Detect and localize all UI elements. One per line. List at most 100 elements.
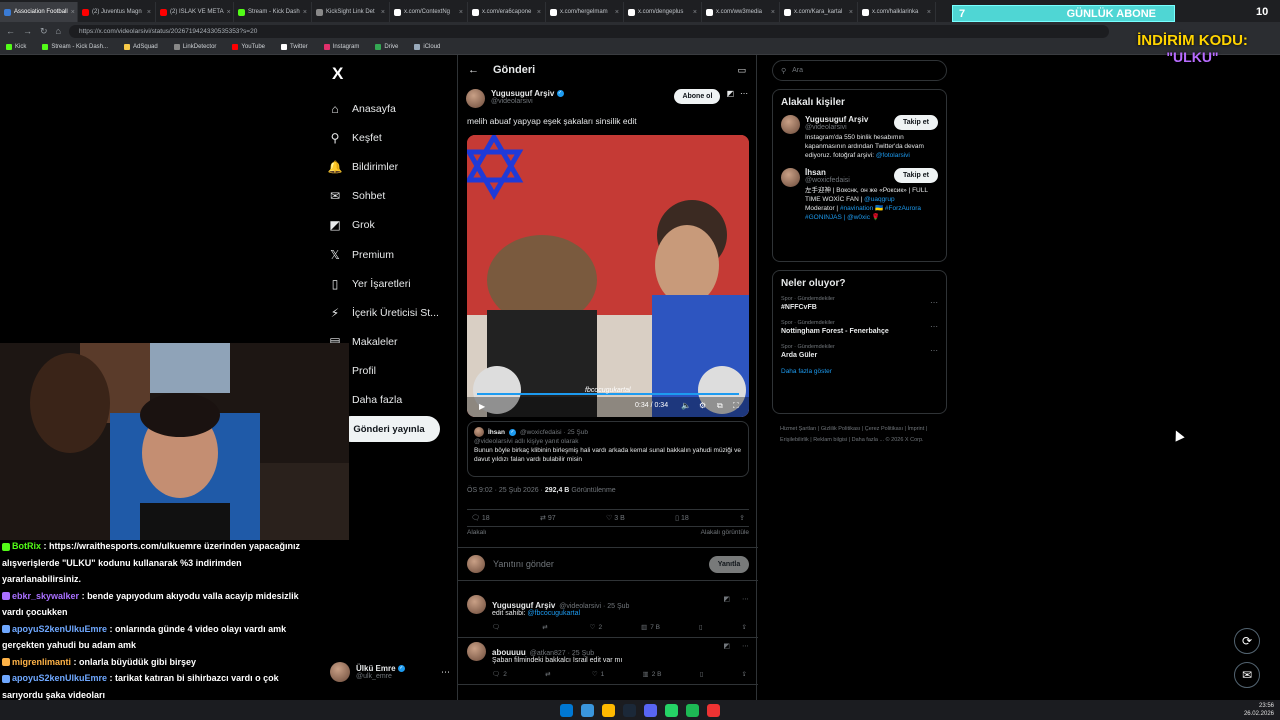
related-views-link[interactable]: Alakalı görüntüle xyxy=(701,529,749,536)
account-switcher[interactable]: Ülkü Emre ✓ @ulk_emre ⋯ xyxy=(330,660,450,684)
trend-item[interactable]: Spor · Gündemdekiler Nottingham Forest - … xyxy=(781,320,938,335)
close-tab-icon[interactable]: × xyxy=(615,9,619,16)
like-action[interactable]: ♡ 3 B xyxy=(606,514,625,522)
folder-icon[interactable] xyxy=(602,703,615,717)
reply-action[interactable]: 🗨 2 xyxy=(492,670,507,678)
author-handle[interactable]: @videolarsivi xyxy=(491,98,564,105)
reply-author-name[interactable]: abouuuu xyxy=(492,648,526,657)
close-tab-icon[interactable]: × xyxy=(537,9,541,16)
views-action[interactable]: ▥ 2 B xyxy=(643,670,662,678)
whatsapp-icon[interactable] xyxy=(665,703,678,717)
browser-tab[interactable]: x.com/era6capone × xyxy=(468,2,546,22)
related-dropdown[interactable]: Alakalı xyxy=(467,529,487,536)
fullscreen-icon[interactable]: ⛶ xyxy=(733,401,739,411)
share-icon[interactable]: ⇪ xyxy=(742,623,747,631)
browser-tab[interactable]: x.com/ContextNg × xyxy=(390,2,468,22)
reply-avatar[interactable] xyxy=(467,642,486,661)
home-icon[interactable]: ⌂ xyxy=(56,26,61,36)
reply-action[interactable]: 🗨 18 xyxy=(471,514,490,522)
browser-tab[interactable]: Association Football × xyxy=(0,2,78,22)
chat-username[interactable]: BotRix xyxy=(12,541,41,551)
nav-item-i-erik-reticisi-st-[interactable]: ⚡ İçerik Üreticisi St... xyxy=(328,298,456,327)
bookmark-item[interactable]: LinkDetector xyxy=(173,44,216,50)
follow-button[interactable]: Takip et xyxy=(894,115,938,130)
more-icon[interactable]: ⋯ xyxy=(930,322,938,331)
heart-action[interactable]: ♡ 1 xyxy=(592,670,604,678)
reply-action[interactable]: 🗨 xyxy=(492,623,503,631)
related-person[interactable]: Yugusuguf Arşiv @videolarsivi Takip et Inst… xyxy=(781,115,938,160)
browser-tab[interactable]: x.com/ww3media × xyxy=(702,2,780,22)
chat-username[interactable]: apoyuS2kenUlkuEmre xyxy=(12,624,107,634)
nav-item-premium[interactable]: 𝕏 Premium xyxy=(328,240,456,269)
close-tab-icon[interactable]: × xyxy=(927,9,931,16)
reader-icon[interactable]: ▭ xyxy=(737,65,746,76)
person-name[interactable]: İhsan xyxy=(805,168,850,177)
pip-icon[interactable]: ⧉ xyxy=(717,401,723,411)
heart-action[interactable]: ♡ 2 xyxy=(590,623,602,631)
more-icon[interactable]: ⋯ xyxy=(742,642,749,650)
reply-post[interactable]: Yugusuguf Arşiv @videolarsivi · 25 Şub ◩ ⋯ e… xyxy=(458,589,758,638)
forward-icon[interactable]: → xyxy=(23,26,32,36)
settings-icon[interactable]: ⚙ xyxy=(699,401,706,410)
volume-icon[interactable]: 🔈 xyxy=(681,401,691,410)
trend-item[interactable]: Spor · Gündemdekiler #NFFCvFB ⋯ xyxy=(781,296,938,311)
more-icon[interactable]: ⋯ xyxy=(441,667,450,678)
close-tab-icon[interactable]: × xyxy=(227,9,231,16)
nav-item-sohbet[interactable]: ✉ Sohbet xyxy=(328,182,456,211)
close-tab-icon[interactable]: × xyxy=(771,9,775,16)
more-icon[interactable]: ⋯ xyxy=(742,595,749,603)
browser-tab[interactable]: x.com/hergelmam × xyxy=(546,2,624,22)
spotify-icon[interactable] xyxy=(686,703,699,717)
share-icon[interactable]: ⇪ xyxy=(742,670,747,678)
bookmark-item[interactable]: AdSquad xyxy=(124,44,158,50)
browser-tab[interactable]: KickSight Link Det × xyxy=(312,2,390,22)
bio-link[interactable]: @uaqgrup xyxy=(864,196,894,203)
system-clock[interactable]: 23:56 26.02.2026 xyxy=(1244,702,1274,718)
footer-links[interactable]: Hizmet Şartları | Gizlilik Politikası | … xyxy=(780,424,950,446)
follow-button[interactable]: Takip et xyxy=(894,168,938,183)
bio-link[interactable]: @fotolarsivi xyxy=(876,152,910,159)
edge-icon[interactable] xyxy=(581,703,594,717)
chat-username[interactable]: apoyuS2kenUlkuEmre xyxy=(12,673,107,683)
nav-item-ke-fet[interactable]: ⚲ Keşfet xyxy=(328,123,456,152)
reply-mention-link[interactable]: @fbcocugukartal xyxy=(527,610,580,617)
bookmark-item[interactable]: Twitter xyxy=(281,44,308,50)
back-icon[interactable]: ← xyxy=(6,26,15,36)
reply-author-name[interactable]: Yugusuguf Arşiv xyxy=(492,601,555,610)
browser-tab[interactable]: (2) ISLAK VE META × xyxy=(156,2,234,22)
browser-tab[interactable]: x.com/dengeplus × xyxy=(624,2,702,22)
bookmark-icon[interactable]: ▯ xyxy=(699,623,703,631)
close-tab-icon[interactable]: × xyxy=(147,9,151,16)
quoted-reply[interactable]: İhsan ✓ @woxicfedaisi · 25 Şub @videolar… xyxy=(467,421,749,477)
trend-item[interactable]: Spor · Gündemdekiler Arda Güler ⋯ xyxy=(781,344,938,359)
url-field[interactable]: https://x.com/videolarsivi/status/202671… xyxy=(68,24,1109,38)
bookmark-item[interactable]: Drive xyxy=(375,44,398,50)
bookmark-item[interactable]: Stream - Kick Dash... xyxy=(42,44,108,50)
browser-tab[interactable]: x.com/Kara_kartal × xyxy=(780,2,858,22)
author-avatar[interactable] xyxy=(466,89,485,108)
start-icon[interactable] xyxy=(560,703,573,717)
person-avatar[interactable] xyxy=(781,168,800,187)
bookmark-item[interactable]: Kick xyxy=(6,44,26,50)
close-tab-icon[interactable]: × xyxy=(303,9,307,16)
nav-item-anasayfa[interactable]: ⌂ Anasayfa xyxy=(328,94,456,123)
reply-button[interactable]: Yanıtla xyxy=(709,555,749,573)
browser-tab[interactable]: x.com/halklarinka × xyxy=(858,2,936,22)
bookmark-action[interactable]: ▯ 18 xyxy=(675,514,689,522)
grok-icon[interactable]: ◩ xyxy=(723,595,730,603)
more-icon[interactable]: ⋯ xyxy=(930,298,938,307)
search-input[interactable]: ⚲ Ara xyxy=(772,60,947,81)
subscribe-button[interactable]: Abone ol xyxy=(674,89,721,104)
bookmark-item[interactable]: YouTube xyxy=(232,44,265,50)
more-icon[interactable]: ⋯ xyxy=(930,346,938,355)
views-action[interactable]: ▥ 7 B xyxy=(641,623,660,631)
nav-item-bildirimler[interactable]: 🔔 Bildirimler xyxy=(328,152,456,181)
person-name[interactable]: Yugusuguf Arşiv xyxy=(805,115,868,124)
bookmark-item[interactable]: iCloud xyxy=(414,44,440,50)
chat-username[interactable]: ebkr_skywalker xyxy=(12,591,79,601)
post-button[interactable]: Gönderi yayınla xyxy=(338,416,440,442)
x-logo-icon[interactable]: X xyxy=(332,64,456,84)
grok-icon[interactable]: ◩ xyxy=(726,89,734,98)
browser-tab[interactable]: Stream - Kick Dash × xyxy=(234,2,312,22)
reply-input[interactable]: Yanıtını gönder xyxy=(493,559,554,569)
